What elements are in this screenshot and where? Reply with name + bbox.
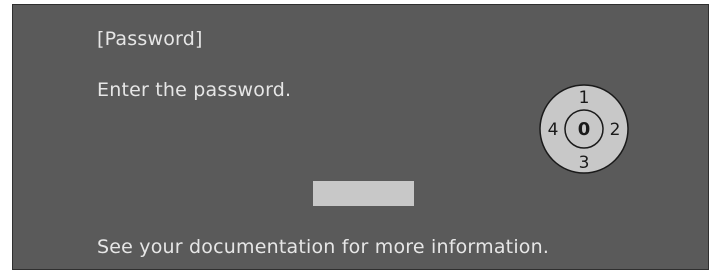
keypad-label-1: 1 bbox=[579, 88, 590, 108]
keypad-label-4: 4 bbox=[548, 120, 559, 140]
keypad-button-3[interactable]: 3 bbox=[579, 153, 590, 173]
keypad-label-0: 0 bbox=[578, 119, 591, 140]
dialog-title: [Password] bbox=[97, 28, 203, 50]
keypad-button-2[interactable]: 2 bbox=[610, 120, 621, 140]
password-input[interactable] bbox=[313, 181, 414, 206]
keypad-label-3: 3 bbox=[579, 153, 590, 173]
keypad-button-1[interactable]: 1 bbox=[579, 88, 590, 108]
password-screen: [Password] Enter the password. 1 2 3 4 0… bbox=[12, 4, 709, 270]
keypad-label-2: 2 bbox=[610, 120, 621, 140]
numeric-keypad-dial: 1 2 3 4 0 bbox=[538, 83, 630, 175]
password-prompt: Enter the password. bbox=[97, 79, 292, 101]
help-footer: See your documentation for more informat… bbox=[97, 236, 550, 258]
keypad-button-4[interactable]: 4 bbox=[548, 120, 559, 140]
keypad-button-0[interactable]: 0 bbox=[578, 119, 591, 140]
